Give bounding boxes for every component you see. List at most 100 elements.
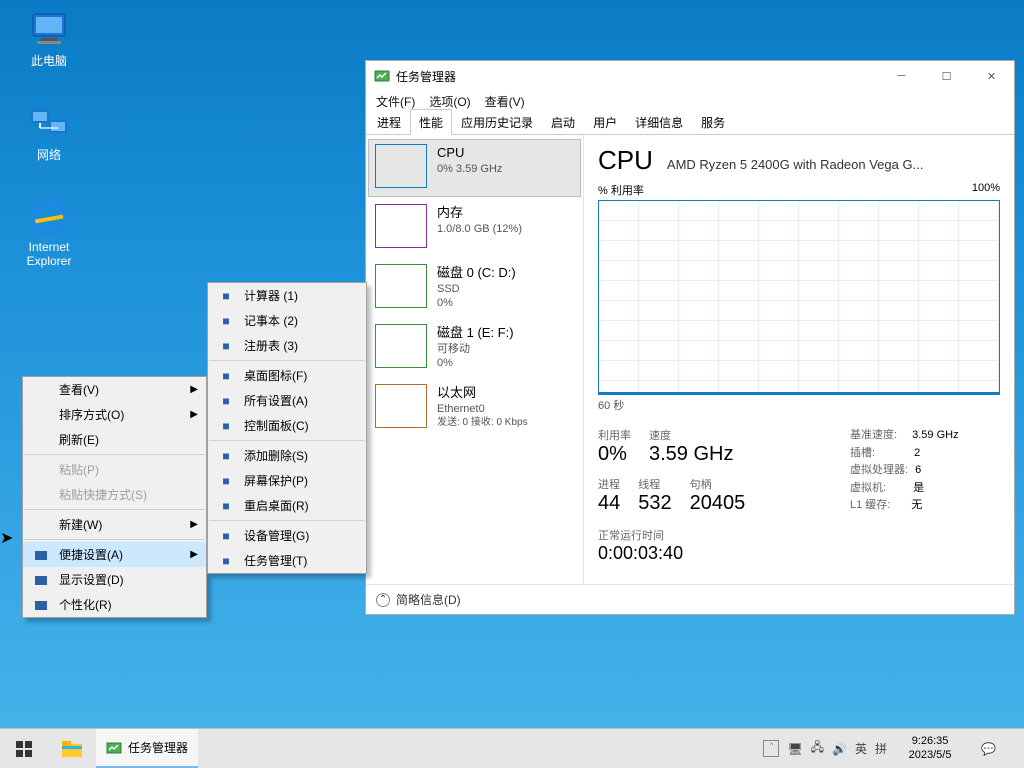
cpu-usage-chart[interactable] [598,200,1000,395]
tab-users[interactable]: 用户 [584,109,626,135]
sidebar-card-memory[interactable]: 内存 1.0/8.0 GB (12%) [368,199,581,257]
ctx-item[interactable]: ■添加删除(S) [208,443,366,468]
ctx-item[interactable]: ■注册表 (3) [208,333,366,358]
menu-item-icon [31,572,51,588]
titlebar[interactable]: 任务管理器 ─ ☐ ✕ [366,61,1014,91]
quick-settings-submenu[interactable]: ■计算器 (1)■记事本 (2)■注册表 (3) ■ 桌面图标(F) ■所有设置(A)… [207,282,367,574]
ctx-item[interactable]: ■计算器 (1) [208,283,366,308]
ctx-item[interactable]: ■记事本 (2) [208,308,366,333]
speed-label: 速度 [649,427,733,443]
ctx-item[interactable]: ■重启桌面(R) [208,493,366,518]
separator [209,440,365,441]
tray-network-icon[interactable]: 🖧 [811,738,824,759]
tab-services[interactable]: 服务 [692,109,734,135]
ctx-item[interactable]: 新建(W)▶ [23,512,206,537]
chart-x-label: 60 秒 [598,397,1000,413]
l1-val: 无 [911,499,922,511]
uptime-label: 正常运行时间 [598,527,830,543]
vm-label: 虚拟机: [850,482,886,494]
util-label: 利用率 [598,427,631,443]
footer-toggle[interactable]: ⌃ 简略信息(D) [366,584,1014,614]
tab-startup[interactable]: 启动 [542,109,584,135]
sidebar-card-disk1[interactable]: 磁盘 1 (E: F:) 可移动 0% [368,319,581,377]
util-value: 0% [598,443,631,466]
submenu-arrow-icon: ▶ [190,519,198,530]
handle-label: 句柄 [690,476,746,492]
network-icon [29,106,69,142]
ctx-item[interactable]: ■所有设置(A) [208,388,366,413]
speed-value: 3.59 GHz [649,443,733,466]
sidebar-card-cpu[interactable]: CPU 0% 3.59 GHz [368,139,581,197]
menu-item-icon: ■ [216,368,236,384]
tab-details[interactable]: 详细信息 [626,109,692,135]
start-button[interactable] [0,729,48,768]
desktop[interactable]: 此电脑 网络 Internet Explorer 任务管理器 ─ ☐ ✕ 文件(… [0,0,1024,768]
ctx-item: 粘贴(P) [23,457,206,482]
desktop-icon-label: 此电脑 [14,52,84,69]
handle-value: 20405 [690,492,746,515]
file-explorer-button[interactable] [48,729,96,768]
ctx-item[interactable]: 刷新(E) [23,427,206,452]
cpu-model: AMD Ryzen 5 2400G with Radeon Vega G... [667,157,1000,172]
ctx-item[interactable]: ■任务管理(T) [208,548,366,573]
tray-volume-icon[interactable]: 🔊 [832,742,847,756]
ctx-item[interactable]: ■控制面板(C) [208,413,366,438]
disk-thumb [375,324,427,368]
base-val: 3.59 GHz [912,429,958,441]
vm-val: 是 [913,482,924,494]
desktop-icon-ie[interactable]: Internet Explorer [14,200,84,268]
card-sub: SSD [437,282,516,297]
menu-item-label: 刷新(E) [59,431,99,448]
ctx-item[interactable]: ■屏幕保护(P) [208,468,366,493]
taskbar-task-taskmgr[interactable]: 任务管理器 [96,729,198,768]
desktop-icon-this-pc[interactable]: 此电脑 [14,12,84,69]
tab-performance[interactable]: 性能 [410,109,452,135]
ctx-item[interactable]: ■设备管理(G) [208,523,366,548]
card-title: CPU [437,144,502,162]
tray-chevron-icon[interactable]: ＾ [763,740,779,757]
action-center-icon[interactable]: 💬 [973,742,1004,756]
minimize-button[interactable]: ─ [879,61,924,91]
menu-item-label: 设备管理(G) [244,527,309,544]
task-manager-window[interactable]: 任务管理器 ─ ☐ ✕ 文件(F) 选项(O) 查看(V) 进程 性能 应用历史… [365,60,1015,615]
pc-icon [29,12,69,48]
desktop-context-menu[interactable]: 查看(V)▶排序方式(O)▶ 刷新(E) 粘贴(P) 粘贴快捷方式(S) 新建(W)▶ 便… [22,376,207,618]
perf-detail: CPU AMD Ryzen 5 2400G with Radeon Vega G… [584,135,1014,584]
sidebar-card-ethernet[interactable]: 以太网 Ethernet0 发送: 0 接收: 0 Kbps [368,379,581,437]
clock-time: 9:26:35 [897,735,963,748]
taskbar-clock[interactable]: 9:26:35 2023/5/5 [897,735,963,761]
close-button[interactable]: ✕ [969,61,1014,91]
desktop-icon-network[interactable]: 网络 [14,106,84,163]
separator [209,520,365,521]
maximize-button[interactable]: ☐ [924,61,969,91]
ctx-item[interactable]: ■ 桌面图标(F) [208,363,366,388]
menu-item-icon [31,517,51,533]
menu-item-label: 任务管理(T) [244,552,307,569]
menu-item-icon [31,407,51,423]
window-title: 任务管理器 [396,68,879,85]
menubar[interactable]: 文件(F) 选项(O) 查看(V) [366,91,1014,111]
menu-item-label: 个性化(R) [59,596,112,613]
ctx-item[interactable]: 查看(V)▶ [23,377,206,402]
ctx-item: 粘贴快捷方式(S) [23,482,206,507]
menu-item-label: 粘贴快捷方式(S) [59,486,147,503]
menu-item-label: 粘贴(P) [59,461,99,478]
taskbar[interactable]: 任务管理器 ＾ 🖥 🖧 🔊 英 拼 9:26:35 2023/5/5 💬 [0,728,1024,768]
ime-mode[interactable]: 拼 [875,740,887,757]
ctx-item[interactable]: 显示设置(D) [23,567,206,592]
tray-drive-icon[interactable]: 🖥 [787,742,802,756]
menu-item-label: 注册表 (3) [244,337,298,354]
ctx-item[interactable]: 个性化(R) [23,592,206,617]
desktop-icon-label: 网络 [14,146,84,163]
card-sub: 发送: 0 接收: 0 Kbps [437,416,528,430]
net-thumb [375,384,427,428]
ime-lang[interactable]: 英 [855,740,867,757]
ctx-item[interactable]: 排序方式(O)▶ [23,402,206,427]
tab-processes[interactable]: 进程 [368,109,410,135]
menu-item-label: 桌面图标(F) [244,367,307,384]
tab-app-history[interactable]: 应用历史记录 [452,109,542,135]
ctx-item[interactable]: 便捷设置(A)▶ [23,542,206,567]
sidebar-card-disk0[interactable]: 磁盘 0 (C: D:) SSD 0% [368,259,581,317]
sock-label: 插槽: [850,447,875,459]
system-tray[interactable]: ＾ 🖥 🖧 🔊 英 拼 [763,738,887,759]
